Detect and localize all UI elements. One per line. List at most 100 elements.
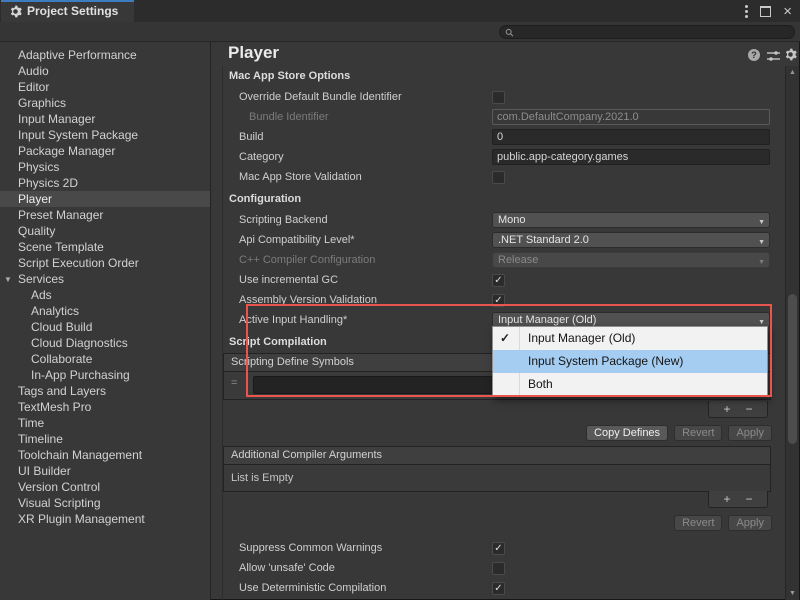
settings-row-assembly-version-validation: Assembly Version Validation✓ (223, 290, 785, 310)
presets-icon[interactable] (767, 49, 780, 61)
list-footer: + − (708, 491, 768, 508)
sidebar-item-label: Services (18, 272, 64, 286)
sidebar-item-label: Editor (18, 80, 49, 94)
row-label: Override Default Bundle Identifier (223, 91, 492, 103)
search-input[interactable] (517, 27, 790, 38)
text-field-bundle-identifier (492, 109, 770, 125)
sidebar-item-version-control[interactable]: Version Control (0, 479, 210, 495)
caret-down-icon[interactable]: ▼ (4, 272, 12, 288)
sidebar-item-textmesh-pro[interactable]: TextMesh Pro (0, 399, 210, 415)
sidebar-item-audio[interactable]: Audio (0, 63, 210, 79)
kebab-menu-icon[interactable] (745, 10, 748, 13)
checkbox-use-incremental-gc[interactable]: ✓ (492, 274, 505, 287)
sidebar-item-tags-and-layers[interactable]: Tags and Layers (0, 383, 210, 399)
sidebar-item-label: Toolchain Management (18, 448, 142, 462)
sidebar: Adaptive PerformanceAudioEditorGraphicsI… (0, 42, 210, 600)
help-icon[interactable]: ? (748, 49, 760, 61)
settings-row-category: Category (223, 147, 785, 167)
gear-icon[interactable] (784, 48, 797, 61)
sidebar-item-quality[interactable]: Quality (0, 223, 210, 239)
scrollbar-thumb[interactable] (788, 294, 797, 444)
vertical-scrollbar[interactable]: ▲ ▼ (785, 66, 799, 600)
tab-project-settings[interactable]: Project Settings (1, 0, 134, 22)
sidebar-item-cloud-diagnostics[interactable]: Cloud Diagnostics (0, 335, 210, 351)
sidebar-item-adaptive-performance[interactable]: Adaptive Performance (0, 47, 210, 63)
project-settings-window: Project Settings × Adaptive PerformanceA… (0, 0, 800, 600)
sidebar-item-package-manager[interactable]: Package Manager (0, 143, 210, 159)
sidebar-item-time[interactable]: Time (0, 415, 210, 431)
text-field-build[interactable] (492, 129, 770, 145)
close-icon[interactable]: × (783, 4, 792, 19)
sidebar-item-cloud-build[interactable]: Cloud Build (0, 319, 210, 335)
sidebar-item-toolchain-management[interactable]: Toolchain Management (0, 447, 210, 463)
search-icon (505, 28, 514, 37)
sidebar-item-in-app-purchasing[interactable]: In-App Purchasing (0, 367, 210, 383)
tab-active-accent (1, 0, 134, 2)
checkbox-override-default-bundle-identifier[interactable] (492, 91, 505, 104)
section-mac-app-store-options: Mac App Store Options (223, 68, 785, 84)
row-label: Allow 'unsafe' Code (223, 562, 492, 574)
dropdown-value: Input Manager (Old) (498, 314, 596, 326)
sidebar-item-xr-plugin-management[interactable]: XR Plugin Management (0, 511, 210, 527)
dropdown-arrow-icon: ▼ (758, 216, 765, 228)
add-button[interactable]: + (723, 403, 730, 415)
sidebar-item-collaborate[interactable]: Collaborate (0, 351, 210, 367)
menu-item-both[interactable]: Both (493, 373, 767, 396)
sidebar-item-label: Version Control (18, 480, 100, 494)
menu-item-input-manager-old[interactable]: ✓ Input Manager (Old) (493, 327, 767, 350)
sidebar-item-player[interactable]: Player (0, 191, 210, 207)
sidebar-item-ui-builder[interactable]: UI Builder (0, 463, 210, 479)
menu-item-label: Input System Package (New) (528, 354, 683, 368)
dropdown-scripting-backend[interactable]: Mono▼ (492, 212, 770, 228)
sidebar-item-physics-2d[interactable]: Physics 2D (0, 175, 210, 191)
sidebar-item-scene-template[interactable]: Scene Template (0, 239, 210, 255)
sidebar-item-preset-manager[interactable]: Preset Manager (0, 207, 210, 223)
sidebar-item-graphics[interactable]: Graphics (0, 95, 210, 111)
scroll-up-icon[interactable]: ▲ (786, 69, 799, 76)
menu-item-label: Input Manager (Old) (528, 331, 635, 345)
scroll-down-icon[interactable]: ▼ (786, 590, 799, 597)
compiler-args-buttons: Revert Apply (223, 515, 785, 532)
define-symbols-footer-row: + − (223, 402, 785, 420)
sidebar-item-label: Cloud Build (31, 320, 92, 334)
sidebar-item-input-system-package[interactable]: Input System Package (0, 127, 210, 143)
checkbox-mac-app-store-validation[interactable] (492, 171, 505, 184)
dropdown-c-compiler-configuration: Release▼ (492, 252, 770, 268)
sidebar-item-label: Adaptive Performance (18, 48, 137, 62)
sidebar-item-services[interactable]: ▼ Services (0, 271, 210, 287)
dropdown-api-compatibility-level[interactable]: .NET Standard 2.0▼ (492, 232, 770, 248)
settings-row-mac-app-store-validation: Mac App Store Validation (223, 167, 785, 187)
maximize-icon[interactable] (760, 6, 771, 17)
remove-button[interactable]: − (746, 403, 753, 415)
checkbox-assembly-version-validation[interactable]: ✓ (492, 294, 505, 307)
menu-item-input-system-package-new[interactable]: Input System Package (New) (493, 350, 767, 373)
text-field-category[interactable] (492, 149, 770, 165)
define-symbols-buttons: Copy Defines Revert Apply (223, 425, 785, 442)
section-configuration: Configuration (223, 191, 785, 207)
sidebar-item-label: Analytics (31, 304, 79, 318)
sidebar-item-label: Timeline (18, 432, 63, 446)
remove-button[interactable]: − (746, 493, 753, 505)
search-box[interactable] (499, 25, 795, 39)
checkbox-allow-unsafe-code[interactable] (492, 562, 505, 575)
settings-row-c-compiler-configuration: C++ Compiler ConfigurationRelease▼ (223, 250, 785, 270)
sidebar-item-editor[interactable]: Editor (0, 79, 210, 95)
sidebar-item-script-execution-order[interactable]: Script Execution Order (0, 255, 210, 271)
sidebar-item-timeline[interactable]: Timeline (0, 431, 210, 447)
sidebar-item-input-manager[interactable]: Input Manager (0, 111, 210, 127)
additional-compiler-arguments-box: Additional Compiler Arguments List is Em… (223, 446, 771, 492)
revert-button: Revert (674, 425, 722, 441)
row-label: Scripting Backend (223, 214, 492, 226)
add-button[interactable]: + (723, 493, 730, 505)
checkbox-use-deterministic-compilation[interactable]: ✓ (492, 582, 505, 595)
sidebar-item-analytics[interactable]: Analytics (0, 303, 210, 319)
drag-handle-icon[interactable]: = (231, 378, 237, 389)
check-icon: ✓ (500, 327, 510, 350)
sidebar-item-label: Tags and Layers (18, 384, 106, 398)
sidebar-item-visual-scripting[interactable]: Visual Scripting (0, 495, 210, 511)
copy-defines-button[interactable]: Copy Defines (586, 425, 668, 441)
checkbox-suppress-common-warnings[interactable]: ✓ (492, 542, 505, 555)
sidebar-item-ads[interactable]: Ads (0, 287, 210, 303)
sidebar-item-physics[interactable]: Physics (0, 159, 210, 175)
titlebar: Project Settings × (0, 0, 800, 22)
